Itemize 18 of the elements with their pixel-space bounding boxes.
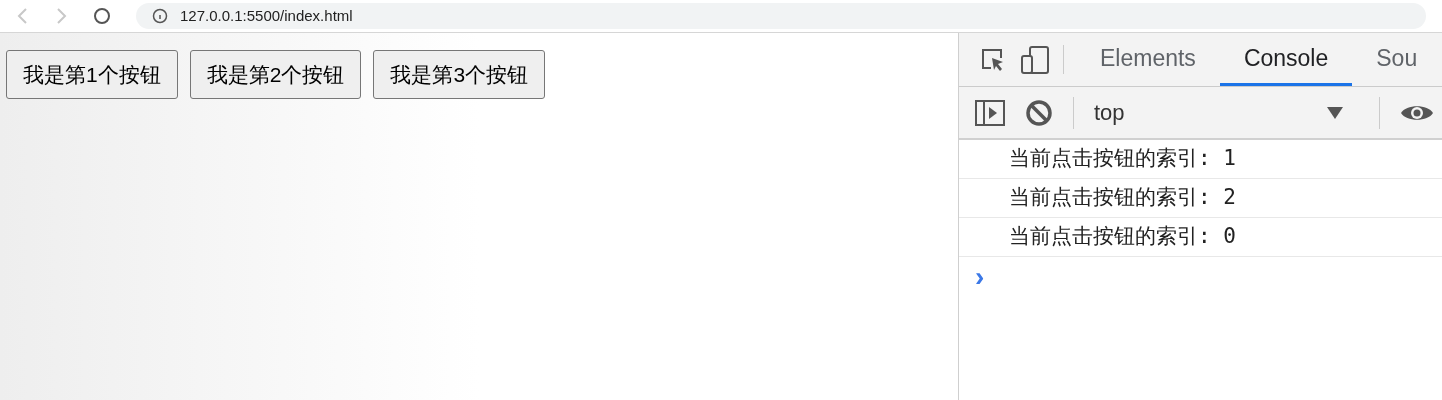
page-button[interactable]: 我是第2个按钮: [189, 50, 362, 99]
page-button[interactable]: 我是第1个按钮: [6, 50, 178, 99]
page-button[interactable]: 我是第3个按钮: [373, 50, 546, 99]
context-dropdown[interactable]: top: [1094, 96, 1359, 129]
info-icon: [152, 8, 168, 24]
device-toggle-icon[interactable]: [1019, 43, 1051, 76]
address-bar[interactable]: 127.0.0.1:5500/index.html: [136, 3, 1426, 29]
devtools-tab[interactable]: Sou: [1352, 33, 1442, 86]
console-message: 当前点击按钮的索引: 0: [959, 218, 1442, 257]
url-text: 127.0.0.1:5500/index.html: [180, 5, 353, 26]
clear-console-icon[interactable]: [1025, 98, 1053, 127]
reload-icon[interactable]: [92, 6, 112, 26]
devtools-tab[interactable]: Elements: [1076, 33, 1220, 86]
sidebar-toggle-icon[interactable]: [975, 98, 1005, 127]
console-prompt[interactable]: ›: [975, 263, 985, 291]
console-message: 当前点击按钮的索引: 1: [959, 140, 1442, 179]
console-message: 当前点击按钮的索引: 2: [959, 179, 1442, 218]
dropdown-caret-icon: [1327, 106, 1343, 119]
